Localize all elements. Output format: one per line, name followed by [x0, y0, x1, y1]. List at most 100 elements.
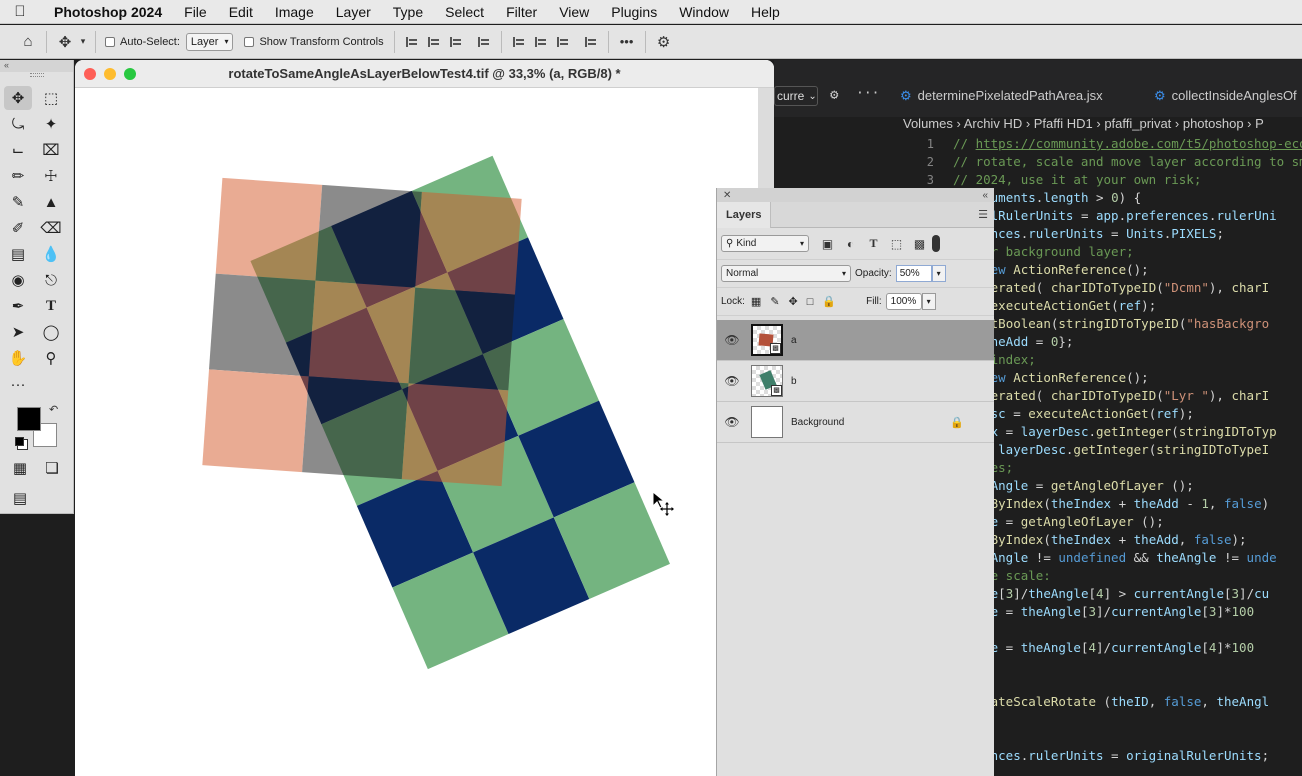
editor-dropdown[interactable]: curre ⌄ — [774, 86, 818, 106]
menu-filter[interactable]: Filter — [506, 4, 537, 20]
menu-help[interactable]: Help — [751, 4, 780, 20]
align-right-icon[interactable] — [445, 32, 467, 52]
tab-layers[interactable]: Layers — [717, 201, 772, 228]
menu-type[interactable]: Type — [393, 4, 423, 20]
filter-toggle-icon[interactable] — [932, 235, 940, 252]
menu-edit[interactable]: Edit — [229, 4, 253, 20]
auto-select-dropdown[interactable]: Layer ▾ — [185, 32, 234, 51]
crop-tool-icon[interactable]: ⌙ — [4, 138, 32, 162]
align-top-icon[interactable] — [508, 32, 530, 52]
layer-name[interactable]: Background — [791, 417, 844, 428]
layer-row-b[interactable]: 👁 ▩ b — [717, 361, 994, 402]
lock-image-icon[interactable]: ✎ — [770, 295, 779, 308]
layer-row-a[interactable]: 👁 ▩ a — [717, 320, 994, 361]
visibility-eye-icon[interactable]: 👁 — [717, 415, 747, 429]
collapse-icon[interactable]: « — [0, 60, 73, 72]
magic-wand-icon[interactable]: ✦ — [37, 112, 65, 136]
pen-tool-icon[interactable]: ✒ — [4, 294, 32, 318]
menu-layer[interactable]: Layer — [336, 4, 371, 20]
eyedropper-icon[interactable]: ✏ — [4, 164, 32, 188]
distribute-vertical-icon[interactable] — [580, 32, 602, 52]
smudge-tool-icon[interactable]: ⎋ — [37, 268, 65, 292]
align-center-icon[interactable] — [423, 32, 445, 52]
layer-name[interactable]: a — [791, 335, 797, 346]
code-text[interactable]: // https://community.adobe.com/t5/photos… — [953, 135, 1302, 765]
marquee-tool-icon[interactable]: ⬚ — [37, 86, 65, 110]
eraser-tool-icon[interactable]: ⌫ — [37, 216, 65, 240]
fill-input[interactable]: 100% — [885, 293, 922, 310]
gear-icon[interactable]: ⚙ — [830, 87, 838, 103]
collapse-icon[interactable]: « — [982, 190, 988, 201]
history-brush-icon[interactable]: ✐ — [4, 216, 32, 240]
lock-artboard-icon[interactable]: □ — [807, 296, 814, 308]
filter-kind-dropdown[interactable]: ⚲ Kind ▾ — [721, 235, 809, 252]
healing-brush-icon[interactable]: ☩ — [37, 164, 65, 188]
align-middle-icon[interactable] — [530, 32, 552, 52]
default-colors-icon[interactable] — [15, 437, 24, 446]
frame-tool-icon[interactable]: ⌧ — [37, 138, 65, 162]
menu-view[interactable]: View — [559, 4, 589, 20]
blur-tool-icon[interactable]: 💧 — [37, 242, 65, 266]
screen-mode-icon[interactable]: ❏ — [38, 456, 66, 480]
lock-transparency-icon[interactable]: ▦ — [751, 295, 761, 308]
more-tools-icon[interactable]: ··· — [4, 372, 32, 396]
opacity-input[interactable]: 50% — [895, 265, 932, 282]
ellipse-tool-icon[interactable]: ◯ — [37, 320, 65, 344]
type-tool-icon[interactable]: T — [37, 294, 65, 318]
layer-thumbnail[interactable] — [751, 406, 783, 438]
layer-name[interactable]: b — [791, 376, 797, 387]
panel-menu-icon[interactable]: ☰ — [978, 208, 988, 221]
opacity-dropdown-button[interactable]: ▾ — [931, 265, 946, 282]
layer-thumbnail[interactable]: ▩ — [751, 365, 783, 397]
menu-image[interactable]: Image — [275, 4, 314, 20]
blend-mode-dropdown[interactable]: Normal ▾ — [721, 265, 851, 282]
foreground-color-swatch[interactable] — [17, 407, 41, 431]
lock-position-icon[interactable]: ✥ — [789, 295, 798, 308]
editor-tab[interactable]: ⚙ determinePixelatedPathArea.jsx — [900, 88, 1103, 104]
more-options-icon[interactable]: ••• — [615, 31, 639, 53]
shape-filter-icon[interactable]: ⬚ — [888, 235, 905, 252]
visibility-eye-icon[interactable]: 👁 — [717, 374, 747, 388]
path-selection-icon[interactable]: ➤ — [4, 320, 32, 344]
image-canvas[interactable] — [75, 88, 774, 776]
layer-row-background[interactable]: 👁 Background 🔒 — [717, 402, 994, 443]
panel-grip[interactable] — [30, 73, 44, 77]
lock-all-icon[interactable]: 🔒 — [822, 295, 836, 308]
close-icon[interactable]: ✕ — [723, 190, 731, 201]
move-tool-icon[interactable]: ✥ — [53, 31, 77, 53]
gradient-tool-icon[interactable]: ▤ — [4, 242, 32, 266]
distribute-horizontal-icon[interactable] — [473, 32, 495, 52]
lasso-tool-icon[interactable]: ⤿ — [4, 112, 32, 136]
type-filter-icon[interactable]: T — [865, 235, 882, 252]
gear-icon[interactable]: ⚙ — [652, 31, 676, 53]
smart-object-filter-icon[interactable]: ▩ — [911, 235, 928, 252]
visibility-eye-icon[interactable]: 👁 — [717, 333, 747, 347]
move-tool-icon[interactable]: ✥ — [4, 86, 32, 110]
zoom-tool-icon[interactable]: ⚲ — [37, 346, 65, 370]
stamp-tool-icon[interactable]: ▲ — [37, 190, 65, 214]
align-left-icon[interactable] — [401, 32, 423, 52]
menu-select[interactable]: Select — [445, 4, 484, 20]
app-name-menu[interactable]: Photoshop 2024 — [54, 4, 162, 20]
home-icon[interactable]: ⌂ — [16, 31, 40, 53]
image-filter-icon[interactable]: ▣ — [819, 235, 836, 252]
menu-window[interactable]: Window — [679, 4, 729, 20]
generative-fill-icon[interactable]: ▤ — [6, 486, 34, 510]
hand-tool-icon[interactable]: ✋ — [4, 346, 32, 370]
menu-file[interactable]: File — [184, 4, 207, 20]
align-bottom-icon[interactable] — [552, 32, 574, 52]
auto-select-checkbox[interactable] — [105, 36, 115, 47]
chevron-down-icon[interactable]: ▾ — [77, 31, 89, 53]
quick-mask-icon[interactable]: ▦ — [6, 456, 34, 480]
adjustment-filter-icon[interactable]: ◐ — [842, 235, 859, 252]
menu-plugins[interactable]: Plugins — [611, 4, 657, 20]
transform-controls-checkbox[interactable] — [244, 36, 255, 47]
brush-tool-icon[interactable]: ✎ — [4, 190, 32, 214]
more-actions-icon[interactable]: ··· — [856, 86, 879, 101]
fill-dropdown-button[interactable]: ▾ — [921, 293, 936, 310]
layer-thumbnail[interactable]: ▩ — [751, 324, 783, 356]
dodge-tool-icon[interactable]: ◉ — [4, 268, 32, 292]
editor-tab[interactable]: ⚙ collectInsideAnglesOf — [1154, 88, 1297, 104]
document-title-bar[interactable]: rotateToSameAngleAsLayerBelowTest4.tif @… — [75, 60, 774, 88]
apple-icon[interactable]:  — [0, 3, 40, 20]
